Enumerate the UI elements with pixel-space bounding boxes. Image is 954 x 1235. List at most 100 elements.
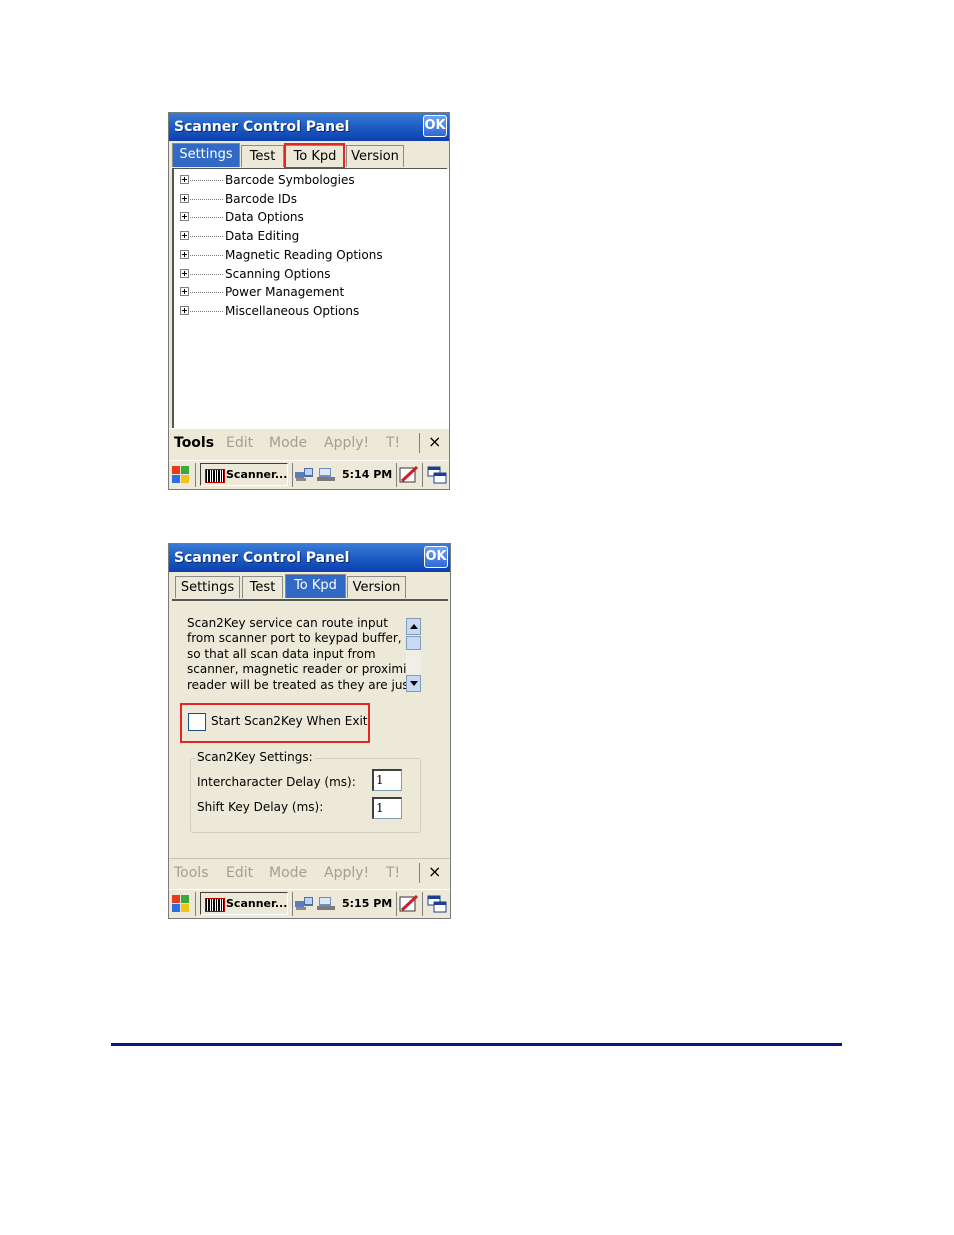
menu-mode[interactable]: Mode: [269, 435, 307, 451]
intercharacter-delay-label: Intercharacter Delay (ms):: [197, 775, 356, 789]
tree-connector: [190, 217, 223, 219]
menu-separator: [419, 433, 420, 453]
menu-apply[interactable]: Apply!: [324, 435, 369, 451]
page-footer-rule: [111, 1043, 842, 1046]
description-scrollbar[interactable]: [406, 618, 421, 692]
shift-key-delay-input[interactable]: 1: [372, 797, 402, 819]
taskbar-scanner-button[interactable]: Scanner...: [200, 463, 288, 486]
tree-item-barcode-symbologies[interactable]: Barcode Symbologies: [180, 172, 440, 190]
taskbar-app-label: Scanner...: [226, 897, 288, 910]
expand-icon[interactable]: [180, 231, 189, 241]
tree-item-label: Data Options: [225, 210, 304, 225]
title-bar: Scanner Control Panel OK: [169, 544, 450, 572]
tree-item-miscellaneous-options[interactable]: Miscellaneous Options: [180, 303, 440, 321]
pen-pad-icon[interactable]: [399, 466, 419, 484]
expand-icon[interactable]: [180, 193, 189, 203]
expand-icon[interactable]: [180, 305, 189, 315]
pen-pad-icon[interactable]: [399, 895, 419, 913]
tab-version[interactable]: Version: [347, 576, 406, 598]
close-icon[interactable]: ×: [428, 862, 441, 881]
taskbar-separator: [292, 892, 293, 916]
tab-to-kpd[interactable]: To Kpd: [285, 574, 346, 598]
tree-connector: [190, 254, 223, 256]
tree-item-barcode-ids[interactable]: Barcode IDs: [180, 191, 440, 209]
keyboard-icon[interactable]: [317, 897, 335, 910]
tree-item-scanning-options[interactable]: Scanning Options: [180, 266, 440, 284]
barcode-icon: [205, 469, 225, 483]
group-label: Scan2Key Settings:: [195, 750, 315, 764]
keyboard-icon[interactable]: [317, 468, 335, 481]
start-logo-green: [181, 466, 189, 474]
tree-item-data-options[interactable]: Data Options: [180, 209, 440, 227]
highlight-box-to-kpd-tab: [284, 143, 345, 169]
down-arrow-icon: [410, 681, 418, 686]
taskbar-separator: [422, 463, 423, 487]
ok-button[interactable]: OK: [424, 546, 448, 568]
menu-edit[interactable]: Edit: [226, 435, 253, 451]
menu-edit[interactable]: Edit: [226, 865, 253, 881]
menu-apply[interactable]: Apply!: [324, 865, 369, 881]
network-icon[interactable]: [295, 468, 313, 481]
start-logo-red: [172, 466, 180, 474]
expand-icon[interactable]: [180, 268, 189, 278]
tab-settings[interactable]: Settings: [172, 143, 240, 167]
tree-item-magnetic-reading-options[interactable]: Magnetic Reading Options: [180, 247, 440, 265]
expand-icon[interactable]: [180, 175, 189, 184]
start-logo-blue: [172, 475, 180, 483]
menu-tools[interactable]: Tools: [174, 435, 214, 451]
tree-item-label: Barcode Symbologies: [225, 173, 355, 187]
tab-version[interactable]: Version: [346, 145, 404, 167]
menu-t[interactable]: T!: [386, 435, 400, 451]
scroll-up-button[interactable]: [406, 618, 421, 635]
expand-icon[interactable]: [180, 287, 189, 297]
start-scan2key-checkbox[interactable]: [188, 713, 206, 731]
tab-strip: Settings Test To Kpd Version: [172, 574, 450, 600]
barcode-icon: [205, 898, 225, 912]
start-logo-red: [172, 895, 180, 903]
intercharacter-delay-input[interactable]: 1: [372, 769, 402, 791]
menu-tools[interactable]: Tools: [174, 865, 209, 881]
expand-icon[interactable]: [180, 249, 189, 259]
start-logo-blue: [172, 904, 180, 912]
taskbar-separator: [195, 463, 196, 487]
tree-connector: [190, 273, 223, 275]
menu-t[interactable]: T!: [386, 865, 400, 881]
menu-bar: Tools Edit Mode Apply! T! ×: [169, 858, 450, 887]
tab-test[interactable]: Test: [242, 576, 283, 598]
taskbar-separator: [422, 892, 423, 916]
tree-item-power-management[interactable]: Power Management: [180, 284, 440, 302]
tree-item-data-editing[interactable]: Data Editing: [180, 228, 440, 246]
expand-icon[interactable]: [180, 212, 189, 222]
scroll-thumb[interactable]: [406, 636, 421, 650]
start-logo-yellow: [181, 904, 189, 912]
tab-settings[interactable]: Settings: [175, 576, 240, 598]
tree-item-label: Data Editing: [225, 229, 300, 244]
taskbar-separator: [292, 463, 293, 487]
taskbar-separator: [396, 892, 397, 916]
tree-item-label: Magnetic Reading Options: [225, 247, 383, 262]
close-icon[interactable]: ×: [428, 432, 441, 451]
network-icon[interactable]: [295, 897, 313, 910]
settings-tree: Barcode Symbologies Barcode IDs Data Opt…: [172, 169, 449, 454]
start-logo-green: [181, 895, 189, 903]
window-title: Scanner Control Panel: [174, 550, 350, 566]
up-arrow-icon: [410, 624, 418, 629]
taskbar-scanner-button[interactable]: Scanner...: [200, 892, 288, 915]
taskbar-separator: [396, 463, 397, 487]
taskbar-separator: [195, 892, 196, 916]
windows-switch-icon[interactable]: [427, 466, 447, 484]
ok-button[interactable]: OK: [423, 115, 447, 137]
checkbox-label: Start Scan2Key When Exit: [211, 714, 368, 728]
windows-start-icon[interactable]: [172, 895, 190, 913]
windows-switch-icon[interactable]: [427, 895, 447, 913]
tree-connector: [190, 292, 223, 294]
windows-start-icon[interactable]: [172, 466, 190, 484]
scanner-control-panel-settings-screenshot: Scanner Control Panel OK Settings Test T…: [168, 112, 450, 490]
taskbar: Scanner... 5:15 PM: [169, 889, 450, 918]
tree-connector: [190, 180, 223, 181]
tree-item-label: Barcode IDs: [225, 191, 298, 206]
scan2key-description: Scan2Key service can route input from sc…: [187, 616, 419, 692]
scroll-down-button[interactable]: [406, 675, 421, 692]
tab-test[interactable]: Test: [241, 145, 284, 167]
menu-mode[interactable]: Mode: [269, 865, 307, 881]
